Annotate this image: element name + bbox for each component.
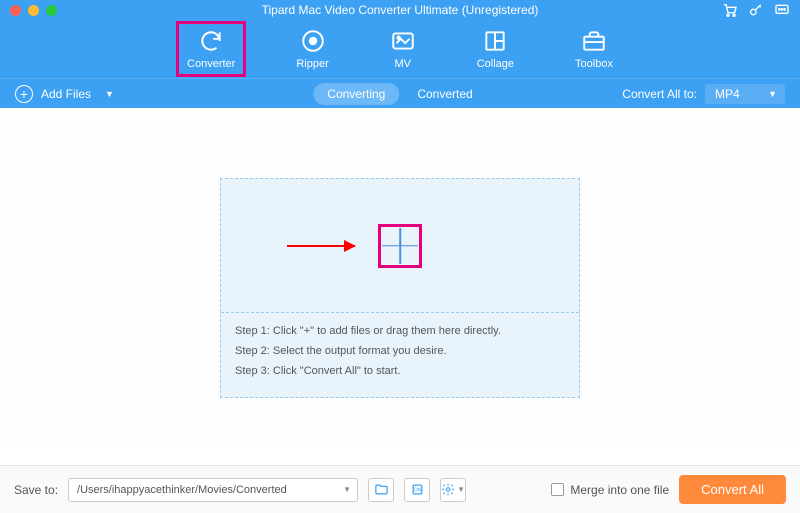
annotation-arrow: [287, 245, 355, 247]
save-path-value: /Users/ihappyacethinker/Movies/Converted: [77, 484, 287, 496]
footer-bar: Save to: /Users/ihappyacethinker/Movies/…: [0, 465, 800, 513]
feedback-icon[interactable]: [774, 2, 790, 18]
merge-checkbox[interactable]: Merge into one file: [551, 483, 669, 497]
merge-label: Merge into one file: [570, 483, 669, 497]
toolbox-icon: [581, 28, 607, 54]
window-title: Tipard Mac Video Converter Ultimate (Unr…: [0, 3, 800, 17]
tab-converted[interactable]: Converted: [403, 83, 486, 105]
tab-converting[interactable]: Converting: [313, 83, 399, 105]
cart-icon[interactable]: [722, 2, 738, 18]
nav-mv[interactable]: MV: [382, 24, 424, 74]
convert-all-to: Convert All to: MP4 ▼: [622, 84, 785, 104]
nav-label: Converter: [187, 58, 235, 70]
converter-icon: [198, 28, 224, 54]
nav-collage[interactable]: Collage: [469, 24, 522, 74]
nav-label: Ripper: [296, 58, 328, 70]
sub-toolbar: + Add Files ▼ Converting Converted Conve…: [0, 78, 800, 108]
save-path-select[interactable]: /Users/ihappyacethinker/Movies/Converted…: [68, 478, 358, 502]
plus-icon: +: [15, 85, 33, 103]
status-tabs: Converting Converted: [313, 83, 486, 105]
chevron-down-icon[interactable]: ▼: [105, 89, 114, 99]
format-value: MP4: [715, 87, 740, 101]
window-controls: [10, 5, 57, 16]
add-files-label: Add Files: [41, 87, 91, 101]
output-format-select[interactable]: MP4 ▼: [705, 84, 785, 104]
nav-toolbox[interactable]: Toolbox: [567, 24, 621, 74]
nav-ripper[interactable]: Ripper: [288, 24, 336, 74]
chevron-down-icon: ▼: [343, 485, 351, 494]
convert-all-button[interactable]: Convert All: [679, 475, 786, 504]
ripper-icon: [300, 28, 326, 54]
convert-all-to-label: Convert All to:: [622, 87, 697, 101]
instructions: Step 1: Click "+" to add files or drag t…: [221, 313, 579, 397]
nav-label: Collage: [477, 58, 514, 70]
svg-text:ON: ON: [413, 487, 421, 493]
nav-label: Toolbox: [575, 58, 613, 70]
settings-button[interactable]: ▼: [440, 478, 466, 502]
chevron-down-icon: ▼: [457, 485, 465, 494]
minimize-button[interactable]: [28, 5, 39, 16]
maximize-button[interactable]: [46, 5, 57, 16]
mv-icon: [390, 28, 416, 54]
drop-target[interactable]: [221, 179, 579, 313]
nav-label: MV: [394, 58, 411, 70]
titlebar-actions: [722, 2, 790, 18]
nav-converter[interactable]: Converter: [179, 24, 243, 74]
gpu-accel-button[interactable]: ON: [404, 478, 430, 502]
checkbox-icon: [551, 483, 564, 496]
plus-icon: [382, 228, 418, 264]
register-icon[interactable]: [748, 2, 764, 18]
chevron-down-icon: ▼: [768, 89, 777, 99]
open-folder-button[interactable]: [368, 478, 394, 502]
add-file-plus-button[interactable]: [378, 224, 422, 268]
close-button[interactable]: [10, 5, 21, 16]
collage-icon: [482, 28, 508, 54]
dropzone[interactable]: Step 1: Click "+" to add files or drag t…: [220, 178, 580, 398]
instruction-step-2: Step 2: Select the output format you des…: [235, 345, 565, 357]
save-to-label: Save to:: [14, 483, 58, 497]
instruction-step-3: Step 3: Click "Convert All" to start.: [235, 365, 565, 377]
add-files-button[interactable]: + Add Files ▼: [15, 85, 114, 103]
titlebar: Tipard Mac Video Converter Ultimate (Unr…: [0, 0, 800, 20]
main-nav: Converter Ripper MV Collage Toolbox: [0, 20, 800, 78]
instruction-step-1: Step 1: Click "+" to add files or drag t…: [235, 325, 565, 337]
main-area: Step 1: Click "+" to add files or drag t…: [0, 108, 800, 443]
